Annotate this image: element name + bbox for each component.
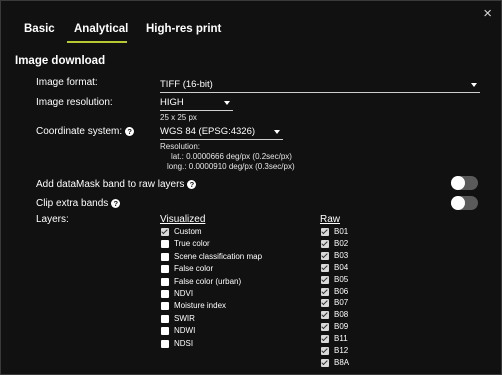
layer-label: B01 [334, 227, 349, 236]
image-download-dialog: × Basic Analytical High-res print Image … [0, 0, 502, 375]
checkbox-unchecked-icon[interactable] [161, 290, 169, 298]
resolution-lat: lat.: 0.0000666 deg/px (0.2sec/px) [171, 152, 292, 161]
help-icon[interactable]: ? [187, 180, 197, 189]
layer-label: Moisture index [174, 301, 227, 311]
resolution-long: long.: 0.0000910 deg/px (0.3sec/px) [167, 162, 295, 171]
layer-label: B11 [334, 334, 348, 344]
clip-extra-bands-label: Clip extra bands? [36, 198, 121, 209]
coordinate-system-value: WGS 84 (EPSG:4326) [160, 126, 256, 137]
resolution-heading: Resolution: [160, 142, 201, 151]
checkbox-unchecked-icon[interactable] [161, 327, 169, 336]
layer-label: B03 [334, 250, 349, 260]
chevron-down-icon [224, 101, 230, 105]
raw-header: Raw [320, 214, 341, 225]
checkbox-unchecked-icon[interactable] [161, 314, 169, 323]
checkbox-unchecked-icon[interactable] [161, 252, 169, 261]
layer-label: False color (urban) [174, 276, 242, 286]
checkbox-checked-icon[interactable] [321, 275, 329, 284]
layer-label: B02 [334, 238, 349, 248]
image-format-value: TIFF (16-bit) [160, 79, 213, 90]
checkbox-checked-icon[interactable] [321, 323, 329, 332]
clip-extra-bands-toggle[interactable] [451, 196, 478, 210]
checkbox-checked-icon[interactable] [321, 287, 329, 296]
checkbox-unchecked-icon[interactable] [161, 302, 169, 311]
layer-label: B07 [334, 298, 349, 308]
checkbox-checked-icon[interactable] [321, 228, 329, 236]
toggle-knob [451, 196, 465, 210]
checkbox-checked-icon[interactable] [161, 228, 169, 236]
layers-label: Layers: [36, 214, 69, 225]
checkbox-unchecked-icon[interactable] [161, 240, 169, 249]
chevron-down-icon [274, 130, 280, 134]
image-size-note: 25 x 25 px [160, 113, 197, 122]
layer-label: B09 [334, 322, 349, 332]
image-resolution-label: Image resolution: [36, 97, 113, 108]
image-format-select[interactable]: TIFF (16-bit) [160, 79, 480, 93]
checkbox-checked-icon[interactable] [321, 347, 329, 355]
checkbox-checked-icon[interactable] [321, 299, 329, 308]
checkbox-checked-icon[interactable] [321, 335, 329, 344]
help-icon[interactable]: ? [125, 127, 135, 136]
section-title: Image download [15, 55, 106, 67]
active-tab-indicator [67, 41, 127, 43]
layer-label: B8A [334, 357, 350, 367]
clip-extra-bands-label-text: Clip extra bands [36, 198, 109, 209]
layer-label: False color [174, 264, 214, 274]
image-resolution-select[interactable]: HIGH [160, 97, 233, 111]
checkbox-unchecked-icon[interactable] [161, 339, 169, 348]
tab-analytical[interactable]: Analytical [74, 23, 128, 35]
layer-label: SWIR [174, 313, 195, 323]
checkbox-checked-icon[interactable] [321, 358, 329, 367]
checkbox-checked-icon[interactable] [321, 251, 329, 260]
add-datamask-label: Add dataMask band to raw layers? [36, 179, 197, 190]
coordinate-system-label-text: Coordinate system: [36, 126, 123, 137]
layer-label: B08 [334, 310, 349, 320]
toggle-knob [451, 176, 465, 190]
layer-label: B06 [334, 286, 349, 296]
layer-label: Custom [174, 227, 202, 236]
layer-label: NDWI [174, 326, 196, 336]
chevron-down-icon [471, 83, 477, 87]
checkbox-unchecked-icon[interactable] [161, 277, 169, 286]
checkbox-unchecked-icon[interactable] [161, 265, 169, 274]
image-format-label: Image format: [36, 77, 98, 88]
coordinate-system-select[interactable]: WGS 84 (EPSG:4326) [160, 126, 283, 140]
tab-basic[interactable]: Basic [24, 23, 55, 35]
add-datamask-toggle[interactable] [451, 176, 478, 190]
checkbox-checked-icon[interactable] [321, 311, 329, 320]
layer-label: B12 [334, 346, 349, 355]
layer-label: B05 [334, 274, 349, 284]
image-resolution-value: HIGH [160, 97, 184, 108]
layer-label: B04 [334, 262, 349, 272]
layer-label: NDVI [174, 289, 194, 298]
layer-label: NDSI [174, 338, 194, 348]
visualized-header: Visualized [160, 214, 206, 225]
close-icon[interactable]: × [483, 6, 492, 21]
coordinate-system-label: Coordinate system:? [36, 126, 135, 137]
checkbox-checked-icon[interactable] [321, 263, 329, 272]
layer-label: True color [174, 239, 210, 249]
add-datamask-label-text: Add dataMask band to raw layers [36, 179, 185, 190]
layer-label: Scene classification map [174, 251, 263, 261]
checkbox-checked-icon[interactable] [321, 239, 329, 248]
tab-high-res-print[interactable]: High-res print [146, 23, 221, 35]
help-icon[interactable]: ? [111, 199, 121, 208]
